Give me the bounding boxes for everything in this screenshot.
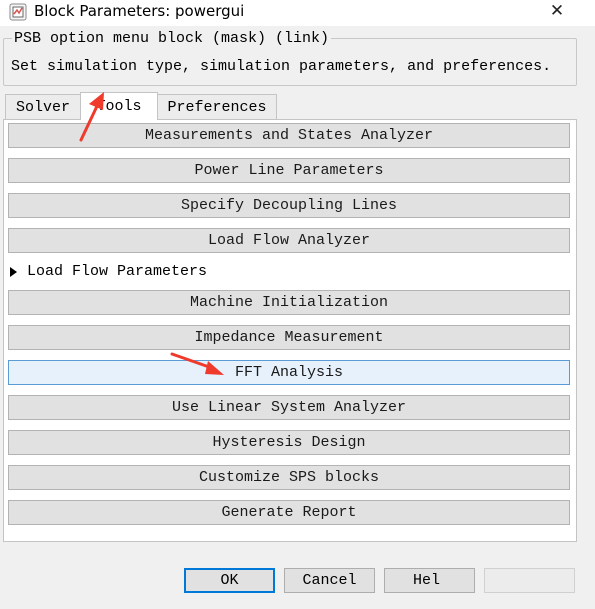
- measurements-states-analyzer-button[interactable]: Measurements and States Analyzer: [8, 123, 570, 148]
- customize-sps-blocks-button[interactable]: Customize SPS blocks: [8, 465, 570, 490]
- load-flow-analyzer-button[interactable]: Load Flow Analyzer: [8, 228, 570, 253]
- cancel-button[interactable]: Cancel: [284, 568, 375, 593]
- tools-panel: Measurements and States Analyzer Power L…: [3, 119, 577, 542]
- tab-tools[interactable]: Tools: [80, 92, 158, 120]
- load-flow-parameters-section[interactable]: Load Flow Parameters: [10, 263, 207, 280]
- load-flow-parameters-label: Load Flow Parameters: [27, 263, 208, 280]
- linear-system-analyzer-button[interactable]: Use Linear System Analyzer: [8, 395, 570, 420]
- ok-button[interactable]: OK: [184, 568, 275, 593]
- mask-description: Set simulation type, simulation paramete…: [11, 58, 552, 75]
- impedance-measurement-button[interactable]: Impedance Measurement: [8, 325, 570, 350]
- fft-analysis-button[interactable]: FFT Analysis: [8, 360, 570, 385]
- mask-description-group: PSB option menu block (mask) (link) Set …: [3, 30, 577, 86]
- title-bar: Block Parameters: powergui ✕: [0, 0, 595, 26]
- apply-button: [484, 568, 575, 593]
- tab-preferences[interactable]: Preferences: [157, 94, 277, 119]
- hysteresis-design-button[interactable]: Hysteresis Design: [8, 430, 570, 455]
- simulink-block-icon: [9, 3, 27, 21]
- machine-initialization-button[interactable]: Machine Initialization: [8, 290, 570, 315]
- specify-decoupling-lines-button[interactable]: Specify Decoupling Lines: [8, 193, 570, 218]
- triangle-right-icon: [10, 266, 17, 277]
- generate-report-button[interactable]: Generate Report: [8, 500, 570, 525]
- close-icon: ✕: [549, 1, 565, 21]
- mask-title: PSB option menu block (mask) (link): [12, 30, 332, 47]
- power-line-parameters-button[interactable]: Power Line Parameters: [8, 158, 570, 183]
- window-title: Block Parameters: powergui: [34, 2, 245, 20]
- help-button[interactable]: Hel: [384, 568, 475, 593]
- close-button[interactable]: ✕: [540, 0, 574, 22]
- help-button-label: Hel: [413, 572, 441, 589]
- tab-solver[interactable]: Solver: [5, 94, 81, 119]
